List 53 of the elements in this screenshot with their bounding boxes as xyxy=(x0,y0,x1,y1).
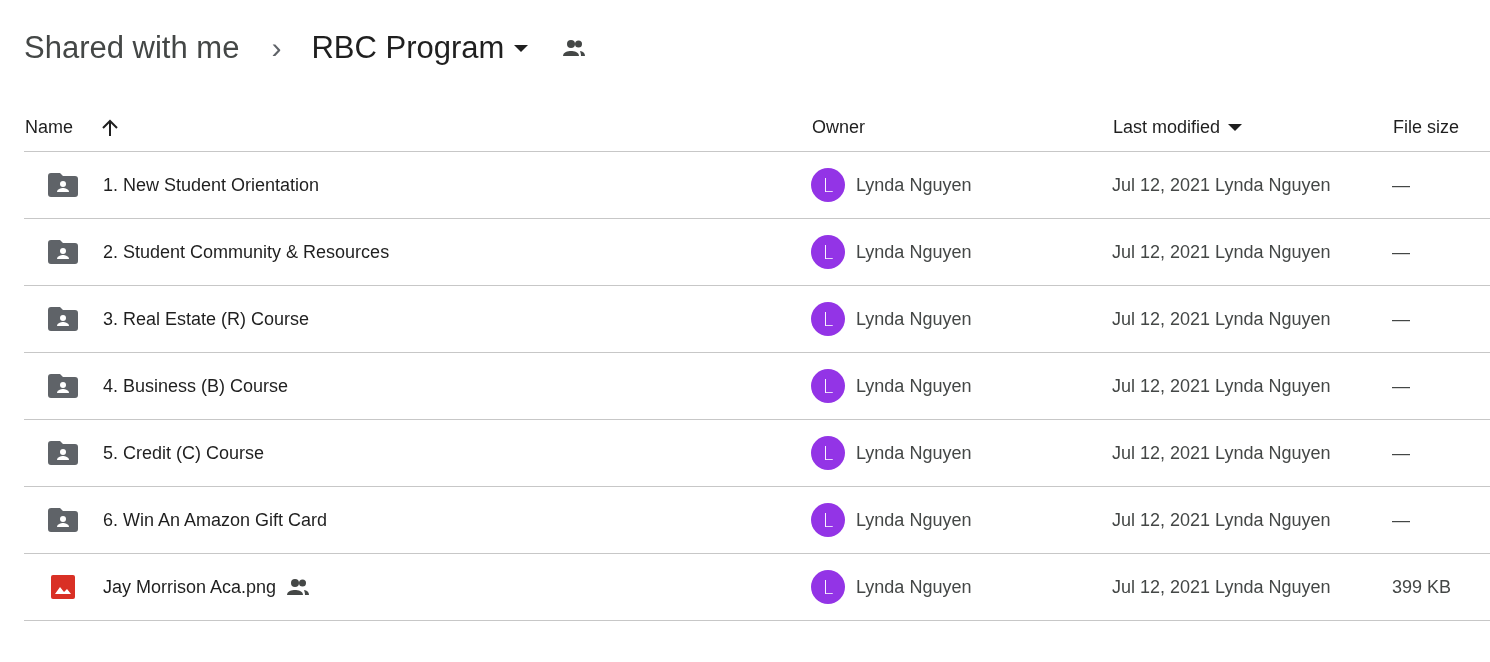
file-name[interactable]: 4. Business (B) Course xyxy=(103,375,289,397)
file-name[interactable]: 1. New Student Orientation xyxy=(103,174,320,196)
last-modified: Jul 12, 2021 Lynda Nguyen xyxy=(1112,308,1331,330)
file-size: 399 KB xyxy=(1392,576,1452,598)
caret-down-icon xyxy=(514,44,529,52)
last-modified: Jul 12, 2021 Lynda Nguyen xyxy=(1112,576,1331,598)
file-name[interactable]: 5. Credit (C) Course xyxy=(103,442,265,464)
shared-folder-icon xyxy=(48,307,78,331)
file-name[interactable]: 6. Win An Amazon Gift Card xyxy=(103,509,328,531)
file-size: — xyxy=(1392,241,1410,263)
owner-avatar: L xyxy=(811,168,845,202)
last-modified: Jul 12, 2021 Lynda Nguyen xyxy=(1112,509,1331,531)
shared-folder-icon xyxy=(48,508,78,532)
last-modified: Jul 12, 2021 Lynda Nguyen xyxy=(1112,174,1331,196)
file-name[interactable]: 2. Student Community & Resources xyxy=(103,241,390,263)
breadcrumb-separator: › xyxy=(271,31,282,65)
shared-folder-icon xyxy=(48,374,78,398)
owner-name: Lynda Nguyen xyxy=(856,576,972,598)
shared-folder-icon xyxy=(48,240,78,264)
shared-folder-icon xyxy=(48,441,78,465)
owner-name: Lynda Nguyen xyxy=(856,442,972,464)
folder-title-dropdown[interactable]: RBC Program xyxy=(311,30,529,66)
owner-name: Lynda Nguyen xyxy=(856,375,972,397)
owner-name: Lynda Nguyen xyxy=(856,509,972,531)
file-size: — xyxy=(1392,375,1410,397)
image-file-icon xyxy=(51,575,75,599)
owner-avatar: L xyxy=(811,369,845,403)
file-name[interactable]: Jay Morrison Aca.png xyxy=(103,576,277,598)
last-modified: Jul 12, 2021 Lynda Nguyen xyxy=(1112,442,1331,464)
last-modified: Jul 12, 2021 Lynda Nguyen xyxy=(1112,375,1331,397)
shared-people-icon xyxy=(562,39,587,57)
shared-folder-icon xyxy=(48,173,78,197)
owner-avatar: L xyxy=(811,503,845,537)
file-size: — xyxy=(1392,509,1410,531)
owner-name: Lynda Nguyen xyxy=(856,174,972,196)
file-size: — xyxy=(1392,174,1410,196)
owner-avatar: L xyxy=(811,436,845,470)
owner-avatar: L xyxy=(811,302,845,336)
column-header[interactable]: Owner xyxy=(811,117,865,138)
column-header[interactable]: File size xyxy=(1392,117,1459,138)
owner-name: Lynda Nguyen xyxy=(856,241,972,263)
file-name[interactable]: 3. Real Estate (R) Course xyxy=(103,308,310,330)
owner-avatar: L xyxy=(811,235,845,269)
column-header[interactable]: Last modified xyxy=(1112,117,1243,138)
file-size: — xyxy=(1392,308,1410,330)
arrow-up-icon[interactable] xyxy=(101,118,119,137)
owner-name: Lynda Nguyen xyxy=(856,308,972,330)
caret-down-icon[interactable] xyxy=(1228,124,1243,131)
owner-avatar: L xyxy=(811,570,845,604)
breadcrumb-link[interactable]: Shared with me xyxy=(24,30,240,66)
last-modified: Jul 12, 2021 Lynda Nguyen xyxy=(1112,241,1331,263)
file-size: — xyxy=(1392,442,1410,464)
column-header[interactable]: Name xyxy=(24,117,119,138)
